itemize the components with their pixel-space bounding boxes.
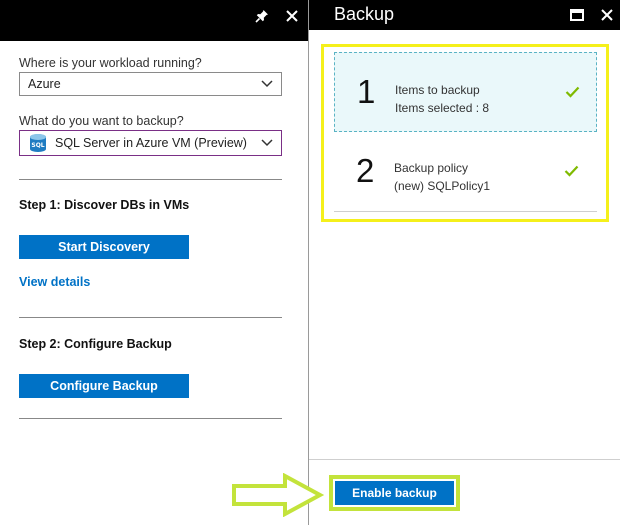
chevron-down-icon bbox=[253, 139, 281, 147]
close-icon[interactable] bbox=[595, 3, 619, 27]
step-items-to-backup[interactable]: 1 Items to backup Items selected : 8 bbox=[334, 52, 597, 132]
step1-title: Step 1: Discover DBs in VMs bbox=[19, 198, 190, 212]
workload-label: Where is your workload running? bbox=[19, 56, 202, 70]
step-backup-policy[interactable]: 2 Backup policy (new) SQLPolicy1 bbox=[334, 136, 597, 214]
workload-select-value: Azure bbox=[28, 77, 61, 91]
checkmark-icon bbox=[564, 164, 579, 182]
start-discovery-button[interactable]: Start Discovery bbox=[19, 235, 189, 259]
step-detail: (new) SQLPolicy1 bbox=[394, 179, 491, 193]
maximize-icon[interactable] bbox=[565, 3, 589, 27]
pin-icon[interactable] bbox=[250, 4, 274, 28]
section-divider bbox=[19, 418, 282, 419]
enable-backup-button[interactable]: Enable backup bbox=[335, 481, 454, 505]
backup-blade: Backup 1 Items to backup Items selected … bbox=[309, 0, 620, 525]
sql-icon-text: SQL bbox=[31, 142, 44, 149]
step-detail: Items selected : 8 bbox=[395, 101, 490, 115]
arrow-right-icon bbox=[230, 472, 325, 522]
step-divider bbox=[334, 211, 597, 212]
left-blade: Where is your workload running? Azure Wh… bbox=[0, 0, 309, 525]
backup-target-label: What do you want to backup? bbox=[19, 114, 184, 128]
close-icon[interactable] bbox=[280, 4, 304, 28]
step-number: 1 bbox=[357, 73, 376, 110]
section-divider bbox=[19, 317, 282, 318]
chevron-down-icon bbox=[253, 80, 281, 88]
footer-divider bbox=[309, 459, 620, 460]
sql-database-icon: SQL bbox=[20, 133, 47, 153]
backup-target-select-value: SQL Server in Azure VM (Preview) bbox=[55, 136, 247, 150]
step-title: Items to backup bbox=[395, 83, 480, 97]
step-number: 2 bbox=[356, 152, 375, 189]
checkmark-icon bbox=[565, 85, 580, 103]
left-blade-header bbox=[0, 0, 309, 41]
blade-title: Backup bbox=[334, 4, 395, 24]
backup-target-select[interactable]: SQL SQL Server in Azure VM (Preview) bbox=[19, 130, 282, 156]
backup-blade-header: Backup bbox=[309, 0, 620, 30]
view-details-link[interactable]: View details bbox=[19, 275, 90, 289]
configure-backup-button[interactable]: Configure Backup bbox=[19, 374, 189, 398]
section-divider bbox=[19, 179, 282, 180]
workload-select[interactable]: Azure bbox=[19, 72, 282, 96]
step-title: Backup policy bbox=[394, 161, 469, 175]
step2-title: Step 2: Configure Backup bbox=[19, 337, 172, 351]
